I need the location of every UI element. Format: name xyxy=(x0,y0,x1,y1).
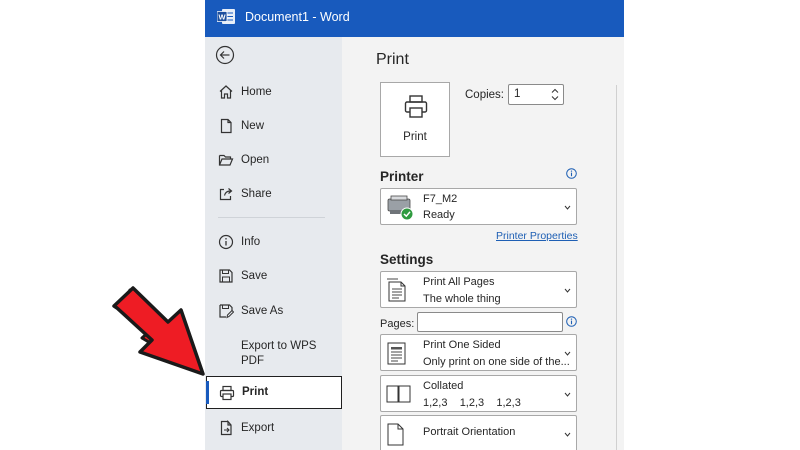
nav-label-save-as: Save As xyxy=(241,304,284,317)
folder-open-icon xyxy=(218,154,234,166)
window-title: Document1 - Word xyxy=(245,10,350,24)
settings-heading: Settings xyxy=(380,252,434,267)
one-sided-icon xyxy=(387,342,406,365)
pages-input[interactable] xyxy=(417,312,563,332)
chevron-down-icon xyxy=(564,205,571,210)
pages-label: Pages: xyxy=(380,318,415,330)
export-icon xyxy=(220,420,232,436)
collated-icon xyxy=(386,385,411,403)
print-panel: Print Print Copies: 1 Printer F7_M2 Read… xyxy=(342,37,624,450)
panel-divider xyxy=(616,85,617,450)
orientation-title: Portrait Orientation xyxy=(423,426,516,438)
svg-text:W: W xyxy=(218,13,226,22)
word-logo-icon: W xyxy=(217,9,235,24)
copies-value: 1 xyxy=(514,88,521,100)
nav-item-print[interactable]: Print xyxy=(206,376,342,409)
copies-stepper[interactable]: 1 xyxy=(508,84,564,105)
nav-item-save-as[interactable]: Save As xyxy=(205,294,342,328)
printer-properties-link[interactable]: Printer Properties xyxy=(496,230,578,242)
collation-dropdown[interactable]: Collated 1,2,3 1,2,3 1,2,3 xyxy=(380,375,577,412)
save-as-icon xyxy=(219,304,234,319)
nav-label-save: Save xyxy=(241,269,268,282)
print-range-desc: The whole thing xyxy=(423,293,501,305)
nav-label-new: New xyxy=(241,119,265,132)
selected-accent-bar xyxy=(206,381,209,404)
title-bar: W Document1 - Word xyxy=(205,0,624,37)
page-title: Print xyxy=(376,51,409,68)
nav-label-export-wps-pdf: Export to WPS PDF xyxy=(241,340,317,367)
portrait-icon xyxy=(387,423,404,446)
chevron-down-icon xyxy=(564,288,571,293)
spin-arrows-icon[interactable] xyxy=(551,87,559,102)
info-icon[interactable] xyxy=(566,168,577,179)
printer-dropdown[interactable]: F7_M2 Ready xyxy=(380,188,577,225)
chevron-down-icon xyxy=(564,392,571,397)
nav-item-new[interactable]: New xyxy=(205,109,342,143)
nav-item-open[interactable]: Open xyxy=(205,143,342,177)
nav-item-save[interactable]: Save xyxy=(205,259,342,293)
nav-separator xyxy=(218,217,325,218)
print-range-dropdown[interactable]: Print All Pages The whole thing xyxy=(380,271,577,308)
chevron-down-icon xyxy=(564,432,571,437)
sides-dropdown[interactable]: Print One Sided Only print on one side o… xyxy=(380,334,577,371)
nav-label-info: Info xyxy=(241,235,261,248)
nav-label-open: Open xyxy=(241,153,270,166)
nav-label-print: Print xyxy=(242,386,269,398)
chevron-down-icon xyxy=(564,351,571,356)
share-icon xyxy=(219,188,233,201)
nav-item-info[interactable]: Info xyxy=(205,225,342,259)
new-document-icon xyxy=(220,118,232,134)
nav-label-share: Share xyxy=(241,187,272,200)
collation-desc: 1,2,3 1,2,3 1,2,3 xyxy=(423,397,521,409)
nav-item-export-wps-pdf[interactable]: Export to WPS PDF xyxy=(205,337,342,371)
sides-desc: Only print on one side of the... xyxy=(423,356,570,368)
info-icon[interactable] xyxy=(566,316,577,327)
back-arrow-icon[interactable] xyxy=(215,45,235,65)
nav-item-export[interactable]: Export xyxy=(205,411,342,445)
printer-heading: Printer xyxy=(380,169,424,184)
pages-icon xyxy=(387,278,406,302)
print-button-label: Print xyxy=(403,131,427,143)
nav-label-export: Export xyxy=(241,421,275,434)
nav-label-home: Home xyxy=(241,85,272,98)
print-range-title: Print All Pages xyxy=(423,276,495,288)
nav-item-share[interactable]: Share xyxy=(205,177,342,211)
printer-status: Ready xyxy=(423,209,455,221)
printer-name: F7_M2 xyxy=(423,193,458,205)
backstage-nav: Home New Open Share Info Save Save As Ex… xyxy=(205,37,342,450)
home-icon xyxy=(219,85,233,99)
save-icon xyxy=(219,269,233,283)
printer-device-icon xyxy=(387,195,414,221)
print-button[interactable]: Print xyxy=(380,82,450,157)
copies-label: Copies: xyxy=(465,89,504,101)
sides-title: Print One Sided xyxy=(423,339,501,351)
orientation-dropdown[interactable]: Portrait Orientation xyxy=(380,415,577,450)
printer-icon xyxy=(219,385,235,401)
nav-item-home[interactable]: Home xyxy=(205,75,342,109)
printer-icon xyxy=(404,95,428,118)
collation-title: Collated xyxy=(423,380,464,392)
info-icon xyxy=(218,234,234,250)
